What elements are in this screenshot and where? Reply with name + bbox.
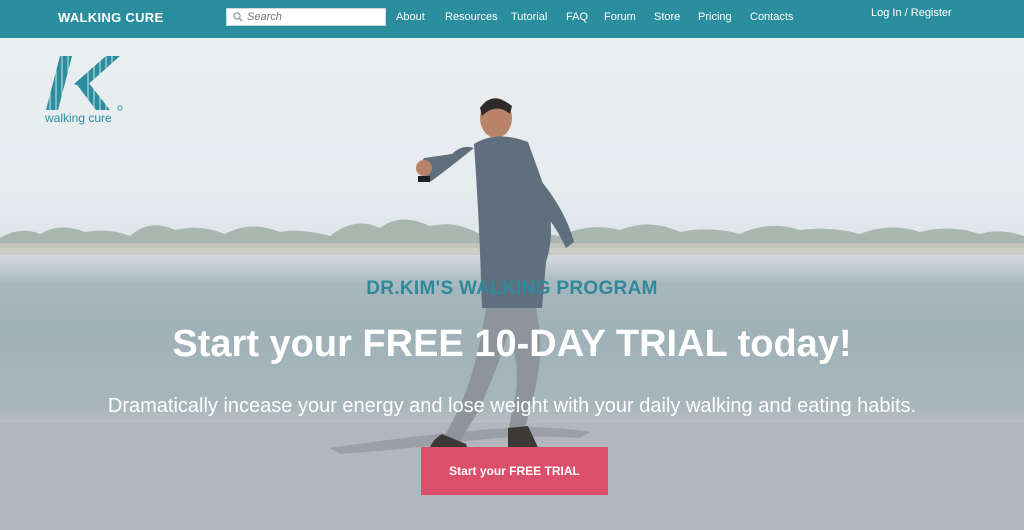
nav-pricing[interactable]: Pricing: [698, 11, 732, 23]
nav-about[interactable]: About: [396, 11, 425, 23]
login-register-link[interactable]: Log In / Register: [871, 7, 952, 19]
hero-headline: Start your FREE 10-DAY TRIAL today!: [172, 323, 852, 365]
program-subtitle: DR.KIM'S WALKING PROGRAM: [366, 278, 658, 299]
hero-section: walking cure DR.KIM'S WALKING PROGRAM St…: [0, 38, 1024, 530]
nav-contacts[interactable]: Contacts: [750, 11, 793, 23]
search-input[interactable]: [247, 9, 381, 25]
search-box[interactable]: [226, 8, 386, 26]
nav-forum[interactable]: Forum: [604, 11, 636, 23]
top-navigation-bar: WALKING CURE About Resources Tutorial FA…: [0, 0, 1024, 38]
brand-name[interactable]: WALKING CURE: [58, 10, 163, 25]
nav-faq[interactable]: FAQ: [566, 11, 588, 23]
hero-tagline: Dramatically incease your energy and los…: [107, 395, 917, 417]
start-free-trial-button[interactable]: Start your FREE TRIAL: [421, 447, 608, 495]
logo-text: walking cure: [45, 111, 112, 125]
nav-store[interactable]: Store: [654, 11, 680, 23]
nav-tutorial[interactable]: Tutorial: [511, 11, 547, 23]
search-icon: [233, 12, 243, 22]
nav-resources[interactable]: Resources: [445, 11, 498, 23]
